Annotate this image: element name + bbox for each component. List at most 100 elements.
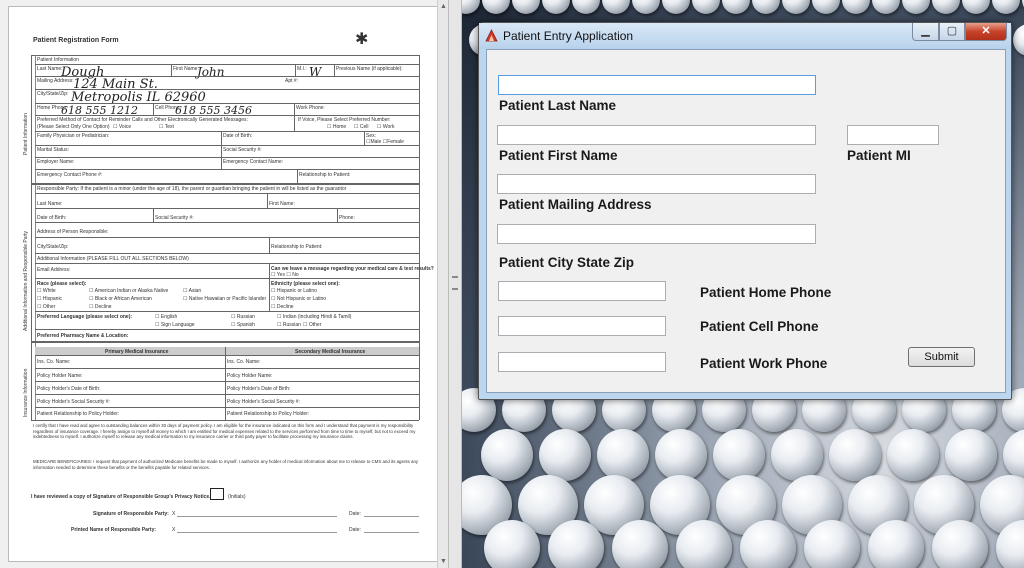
initials-box [210,488,224,500]
facade-disc [481,429,533,481]
facade-disc [842,0,870,14]
responsible-party-header: Responsible Party: If the patient is a m… [37,186,347,192]
facade-disc [782,0,810,14]
facade-disc [812,0,840,14]
work-phone-label: Patient Work Phone [700,356,828,371]
facade-disc [512,0,540,14]
pane-splitter[interactable] [448,0,462,568]
mailing-address-input[interactable] [497,174,816,194]
medicare-paragraph: MEDICARE BENEFICIARIES: I request that p… [33,459,419,470]
rp-city-label: City/State/Zip: [37,244,69,250]
facade-disc [962,0,990,14]
mi-input[interactable] [847,125,939,145]
ethnicity-not-hispanic: ☐ Not Hispanic or Latino [271,296,327,302]
privacy-notice: I have reviewed a copy of Signature of R… [31,494,211,500]
facade-disc [740,520,796,568]
signature-label: Signature of Responsible Party: [93,511,169,517]
last-name-input[interactable] [498,75,816,95]
scroll-down-icon[interactable]: ▼ [439,557,448,566]
printed-name-label: Printed Name of Responsible Party: [71,527,157,533]
maximize-button[interactable]: ▢ [939,23,965,41]
home-phone-label: Patient Home Phone [700,285,832,300]
lang-sign: ☐ Sign Language [155,322,195,328]
vertical-scrollbar[interactable]: ▲ ▼ [437,0,448,568]
race-label: Race (please select): [37,281,87,287]
printed-date-label: Date: [349,527,361,533]
consent-paragraph: I certify that I have read and agree to … [33,423,416,440]
secondary-holder-ssn-label: Policy Holder's Social Security #: [227,399,300,405]
work-pref-option: ☐ Work [377,124,395,130]
facade-disc [713,429,765,481]
lang-spanish: ☐ Spanish [231,322,255,328]
initials-label: (Initials) [228,494,246,500]
lang-russian: ☐ Russian [231,314,255,320]
facade-disc [771,429,823,481]
facade-disc [1003,429,1024,481]
emergency-contact-label: Emergency Contact Name: [223,159,284,165]
city-state-zip-label: City/State/Zip: [37,91,69,97]
mi-label: Patient MI [847,148,911,163]
city-state-zip-label: Patient City State Zip [499,255,635,270]
primary-ins-co-label: Ins. Co. Name: [37,359,71,365]
rp-phone-label: Phone: [339,215,355,221]
employer-label: Employer Name: [37,159,75,165]
rp-ssn-label: Social Security #: [155,215,194,221]
mailing-address-label: Mailing Address: [37,78,74,84]
facade-disc [655,429,707,481]
facade-disc [1013,24,1024,56]
side-label-insurance: Insurance Information [23,368,29,417]
splitter-grip-icon[interactable] [452,276,458,290]
text-option: ☐ Text [159,124,174,130]
facade-disc [932,0,960,14]
previous-name-label: Previous Name (if applicable): [336,66,403,72]
facade-disc [462,0,480,14]
minimize-button[interactable]: ▁ [912,23,939,41]
emergency-phone-label: Emergency Contact Phone #: [37,172,103,178]
close-button[interactable]: ✕ [965,23,1007,41]
signature-x: X [172,511,176,517]
facade-disc [632,0,660,14]
first-name-input[interactable] [497,125,816,145]
first-name-label: First Name: [173,66,199,72]
dob-label: Date of Birth: [223,133,253,139]
home-phone-input[interactable] [498,281,666,301]
if-voice-label: If Voice, Please Select Preferred Number… [298,117,391,123]
work-phone-input[interactable] [498,352,666,372]
side-label-patient-info: Patient Information [23,113,29,155]
facade-disc [612,520,668,568]
form-title: Patient Registration Form [33,37,119,44]
patient-entry-window: Patient Entry Application ▁ ▢ ✕ Patient … [478,22,1012,400]
language-label: Preferred Language (please select one): [37,314,133,320]
side-label-additional: Additional Information and Responsible P… [23,230,29,331]
lang-russian-2: ☐ Russian [277,322,301,328]
cell-phone-input[interactable] [498,316,666,336]
lang-other: ☐ Other [303,322,322,328]
first-name-label: Patient First Name [499,148,618,163]
facade-disc [482,0,510,14]
facade-disc [752,0,780,14]
ssn-label: Social Security #: [223,147,262,153]
last-name-label: Patient Last Name [499,98,617,113]
scroll-up-icon[interactable]: ▲ [439,2,448,11]
select-one-label: (Please Select Only One Option) [37,124,110,130]
additional-header: Additional Information (PLEASE FILL OUT … [37,256,189,262]
window-titlebar[interactable]: Patient Entry Application ▁ ▢ ✕ [479,23,1011,49]
secondary-policy-holder-label: Policy Holder Name: [227,373,273,379]
work-phone-label: Work Phone: [296,105,325,111]
facade-disc [945,429,997,481]
city-state-zip-input[interactable] [497,224,816,244]
ethnicity-hispanic: ☐ Hispanic or Latino [271,288,317,294]
image-viewer-pane: Patient Registration Form ✱ Patient Info… [0,0,448,568]
mi-label: M.I.: [297,66,307,72]
submit-button[interactable]: Submit [908,347,975,367]
race-asian: ☐ Asian [183,288,202,294]
signature-date-label: Date: [349,511,361,517]
scanned-registration-form: Patient Registration Form ✱ Patient Info… [8,6,438,562]
cell-phone-label: Patient Cell Phone [700,319,819,334]
rp-first-name-label: First Name: [269,201,295,207]
cell-pref-option: ☐ Cell [354,124,369,130]
mailing-address-label: Patient Mailing Address [499,197,652,212]
facade-disc [602,0,630,14]
secondary-ins-co-label: Ins. Co. Name: [227,359,261,365]
lang-english: ☐ English [155,314,178,320]
